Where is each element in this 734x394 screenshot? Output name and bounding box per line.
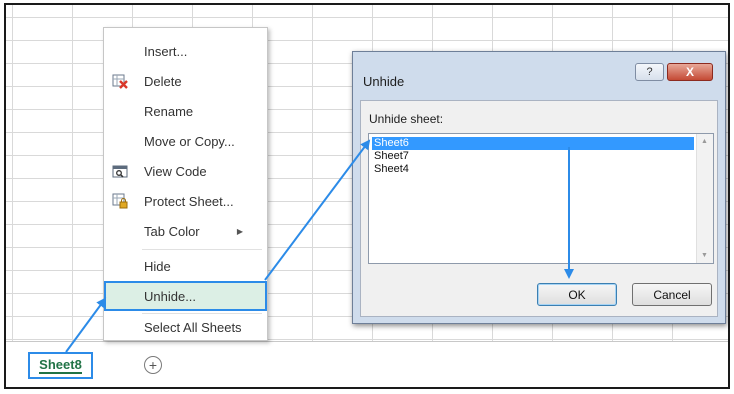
delete-sheet-icon <box>112 73 128 89</box>
menu-divider <box>142 249 262 250</box>
hidden-sheets-listbox[interactable]: Sheet6 Sheet7 Sheet4 ▲ ▼ <box>368 133 714 264</box>
cancel-button[interactable]: Cancel <box>632 283 712 306</box>
scroll-down-arrow-icon[interactable]: ▼ <box>701 252 708 259</box>
scroll-up-arrow-icon[interactable]: ▲ <box>701 138 708 145</box>
menu-item-label: Tab Color <box>144 223 200 239</box>
dialog-body: Unhide sheet: Sheet6 Sheet7 Sheet4 ▲ ▼ O… <box>360 100 718 317</box>
menu-item-label: Insert... <box>144 43 188 59</box>
help-button[interactable]: ? <box>635 63 664 81</box>
menu-item-label: Delete <box>144 73 182 89</box>
list-item-sheet7[interactable]: Sheet7 <box>372 150 694 163</box>
menu-item-view-code[interactable]: View Code <box>104 156 267 186</box>
menu-item-label: Protect Sheet... <box>144 193 234 209</box>
list-item-sheet4[interactable]: Sheet4 <box>372 163 694 176</box>
menu-item-label: View Code <box>144 163 207 179</box>
menu-item-move-or-copy[interactable]: Move or Copy... <box>104 126 267 156</box>
menu-item-rename[interactable]: Rename <box>104 96 267 126</box>
listbox-scrollbar[interactable]: ▲ ▼ <box>696 134 713 263</box>
list-item-sheet6[interactable]: Sheet6 <box>372 137 694 150</box>
dialog-title: Unhide <box>363 74 405 89</box>
sheet-context-menu: Insert... Delete Rename Move or Copy... … <box>103 27 268 341</box>
sheet-tab-label: Sheet8 <box>39 357 82 374</box>
menu-item-select-all-sheets[interactable]: Select All Sheets <box>104 312 267 342</box>
protect-sheet-icon <box>112 193 128 209</box>
ok-button[interactable]: OK <box>537 283 617 306</box>
menu-item-tab-color[interactable]: Tab Color ▶ <box>104 216 267 246</box>
excel-window: Sheet8 + Insert... Delete Rename Move or… <box>4 3 730 389</box>
submenu-arrow-icon: ▶ <box>236 226 243 236</box>
new-sheet-plus-icon[interactable]: + <box>144 356 162 374</box>
menu-item-hide[interactable]: Hide <box>104 251 267 281</box>
menu-item-label: Rename <box>144 103 194 119</box>
menu-item-unhide[interactable]: Unhide... <box>104 281 267 311</box>
close-icon: X <box>685 65 694 79</box>
menu-item-label: Select All Sheets <box>144 319 242 335</box>
sheet-tab-sheet8[interactable]: Sheet8 <box>28 352 93 379</box>
menu-item-delete[interactable]: Delete <box>104 66 267 96</box>
menu-item-label: Hide <box>144 258 171 274</box>
menu-item-label: Unhide... <box>144 288 197 304</box>
unhide-sheet-label: Unhide sheet: <box>369 112 444 126</box>
unhide-dialog: Unhide ? X Unhide sheet: Sheet6 Sheet7 S… <box>352 51 726 324</box>
help-icon: ? <box>646 66 653 78</box>
menu-item-insert[interactable]: Insert... <box>104 36 267 66</box>
menu-item-protect-sheet[interactable]: Protect Sheet... <box>104 186 267 216</box>
view-code-icon <box>112 163 128 179</box>
sheet-tab-bar: Sheet8 + <box>6 341 728 387</box>
close-button[interactable]: X <box>667 63 713 81</box>
menu-item-label: Move or Copy... <box>144 133 235 149</box>
